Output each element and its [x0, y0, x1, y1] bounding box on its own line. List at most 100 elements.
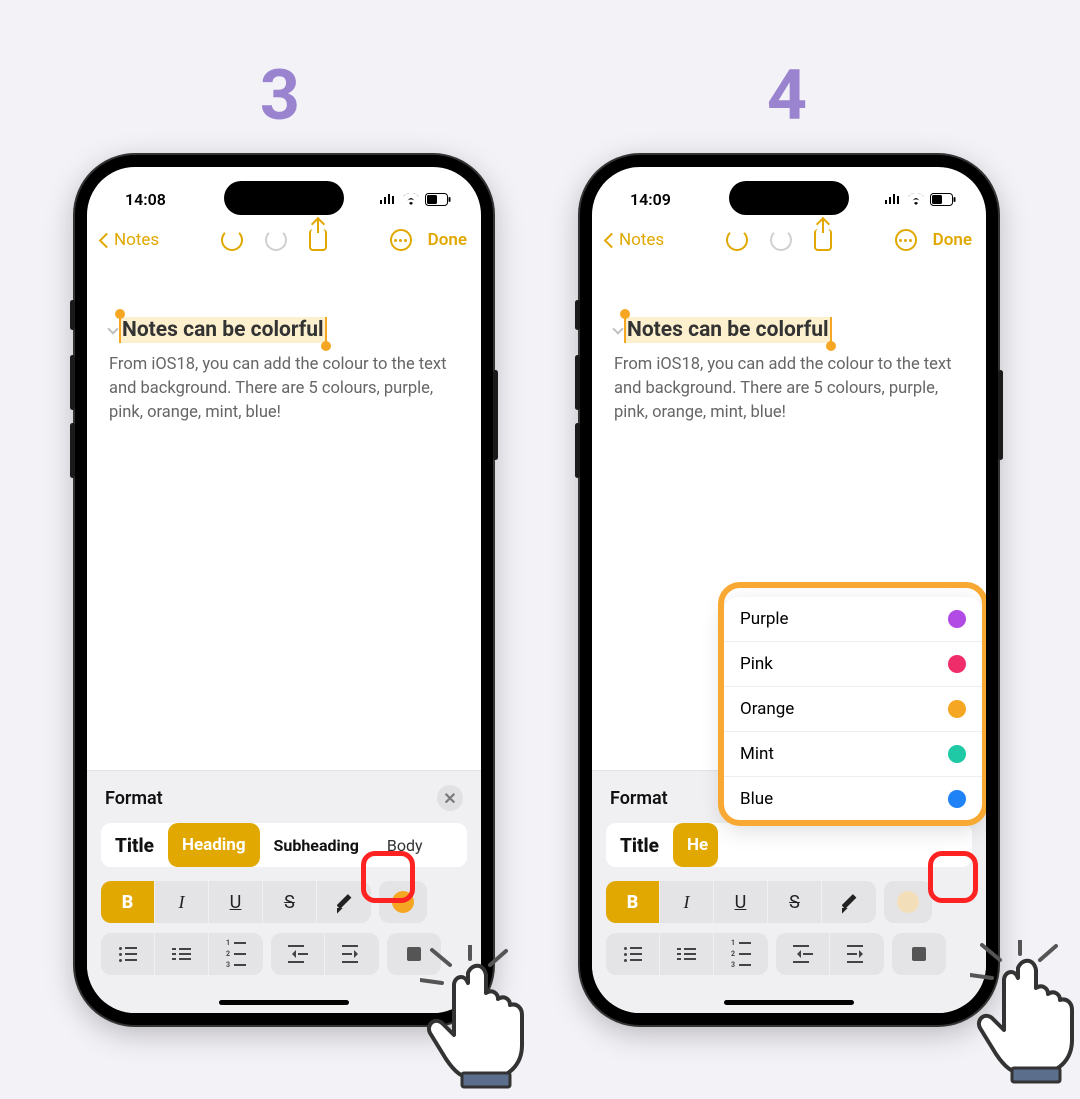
number-list-icon: 1 2 3	[731, 939, 751, 969]
strike-button[interactable]: S	[768, 881, 822, 923]
format-title: Format	[610, 788, 668, 809]
dash-list-icon	[172, 948, 191, 960]
highlight-pencil-button[interactable]	[822, 881, 876, 923]
highlight-pencil-button[interactable]	[317, 881, 371, 923]
color-swatch	[948, 610, 966, 628]
color-swatch-icon	[897, 891, 919, 913]
block-icon	[912, 947, 926, 961]
number-list-button[interactable]: 1 2 3	[714, 933, 768, 975]
status-time: 14:08	[125, 190, 166, 209]
italic-button[interactable]: I	[155, 881, 209, 923]
note-title-selected[interactable]: Notes can be colorful	[120, 317, 326, 343]
style-body[interactable]: Body	[373, 823, 437, 867]
done-button[interactable]: Done	[933, 230, 972, 250]
color-popover: Purple Pink Orange Mint Blue	[724, 597, 982, 821]
dash-list-button[interactable]	[155, 933, 209, 975]
dash-list-icon	[677, 948, 696, 960]
color-label: Purple	[740, 609, 789, 629]
italic-button[interactable]: I	[660, 881, 714, 923]
format-title: Format	[105, 788, 163, 809]
more-icon[interactable]	[390, 229, 412, 251]
status-bar: 14:08	[87, 181, 481, 217]
block-quote-button[interactable]	[892, 933, 946, 975]
format-panel: Format ✕ Title Heading Subheading Body B…	[87, 770, 481, 1013]
dash-list-button[interactable]	[660, 933, 714, 975]
underline-button[interactable]: U	[714, 881, 768, 923]
status-right-icons	[884, 193, 956, 206]
format-list-row: 1 2 3	[101, 933, 467, 975]
color-swatch	[948, 655, 966, 673]
color-option-mint[interactable]: Mint	[724, 732, 982, 777]
undo-icon[interactable]	[221, 229, 243, 251]
text-style-row: Title He	[606, 823, 972, 867]
bold-button[interactable]: B	[606, 881, 660, 923]
note-content: Notes can be colorful From iOS18, you ca…	[592, 317, 986, 425]
format-biu-row: B I U S	[101, 881, 467, 923]
step-number-4: 4	[737, 55, 837, 137]
note-title-selected[interactable]: Notes can be colorful	[625, 317, 831, 343]
indent-button[interactable]	[325, 933, 379, 975]
color-label: Orange	[740, 699, 794, 719]
note-content: Notes can be colorful From iOS18, you ca…	[87, 317, 481, 425]
nav-bar: Notes Done	[592, 223, 986, 253]
style-heading[interactable]: He	[673, 823, 718, 867]
block-icon	[407, 947, 421, 961]
home-indicator	[219, 1000, 349, 1005]
color-option-orange[interactable]: Orange	[724, 687, 982, 732]
text-color-button[interactable]	[379, 881, 427, 923]
format-list-row: 1 2 3	[606, 933, 972, 975]
color-option-blue[interactable]: Blue	[724, 777, 982, 821]
back-label: Notes	[619, 230, 664, 250]
text-style-row: Title Heading Subheading Body	[101, 823, 467, 867]
chevron-left-icon	[604, 232, 620, 248]
color-swatch	[948, 790, 966, 808]
phone-step-4: 14:09 Notes Done	[580, 155, 998, 1025]
status-time: 14:09	[630, 190, 671, 209]
underline-button[interactable]: U	[209, 881, 263, 923]
outdent-button[interactable]	[271, 933, 325, 975]
color-swatch	[948, 745, 966, 763]
back-button[interactable]: Notes	[606, 230, 664, 250]
style-title[interactable]: Title	[606, 823, 673, 867]
status-bar: 14:09	[592, 181, 986, 217]
note-body-text[interactable]: From iOS18, you can add the colour to th…	[109, 353, 459, 425]
home-indicator	[724, 1000, 854, 1005]
number-list-button[interactable]: 1 2 3	[209, 933, 263, 975]
style-title[interactable]: Title	[101, 823, 168, 867]
collapse-icon[interactable]	[612, 323, 623, 334]
share-icon[interactable]	[309, 229, 327, 251]
chevron-left-icon	[99, 232, 115, 248]
outdent-button[interactable]	[776, 933, 830, 975]
color-option-pink[interactable]: Pink	[724, 642, 982, 687]
outdent-icon	[793, 945, 813, 963]
indent-icon	[342, 945, 362, 963]
status-right-icons	[379, 193, 451, 206]
format-biu-row: B I U S	[606, 881, 972, 923]
block-quote-button[interactable]	[387, 933, 441, 975]
text-color-button[interactable]	[884, 881, 932, 923]
bullet-list-button[interactable]	[101, 933, 155, 975]
back-label: Notes	[114, 230, 159, 250]
collapse-icon[interactable]	[107, 323, 118, 334]
bold-button[interactable]: B	[101, 881, 155, 923]
close-format-button[interactable]: ✕	[437, 785, 463, 811]
bullet-list-icon	[624, 947, 642, 962]
bullet-list-button[interactable]	[606, 933, 660, 975]
bullet-list-icon	[119, 947, 137, 962]
strike-button[interactable]: S	[263, 881, 317, 923]
color-swatch-icon	[392, 891, 414, 913]
color-option-purple[interactable]: Purple	[724, 597, 982, 642]
share-icon[interactable]	[814, 229, 832, 251]
number-list-icon: 1 2 3	[226, 939, 246, 969]
redo-icon	[770, 229, 792, 251]
undo-icon[interactable]	[726, 229, 748, 251]
back-button[interactable]: Notes	[101, 230, 159, 250]
indent-button[interactable]	[830, 933, 884, 975]
pencil-icon	[840, 893, 858, 911]
style-subheading[interactable]: Subheading	[260, 823, 373, 867]
style-heading[interactable]: Heading	[168, 823, 260, 867]
nav-bar: Notes Done	[87, 223, 481, 253]
done-button[interactable]: Done	[428, 230, 467, 250]
more-icon[interactable]	[895, 229, 917, 251]
note-body-text[interactable]: From iOS18, you can add the colour to th…	[614, 353, 964, 425]
